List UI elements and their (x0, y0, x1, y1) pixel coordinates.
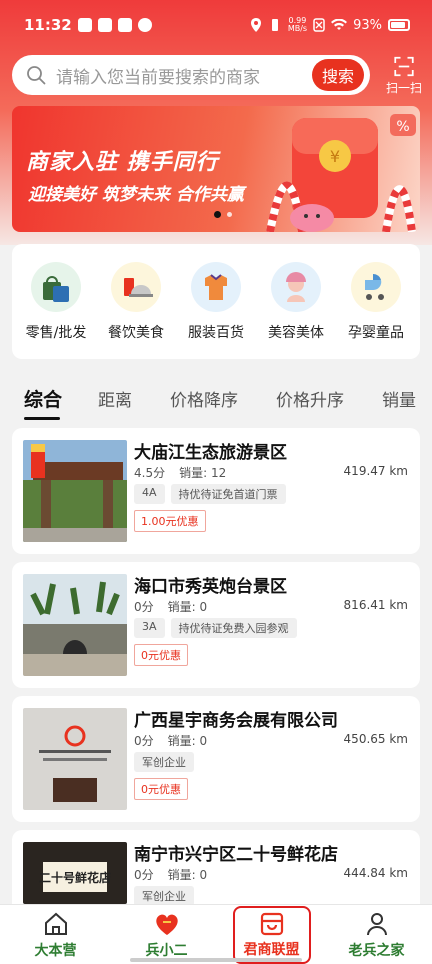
merchant-thumbnail: 二十号鲜花店 (23, 842, 127, 904)
svg-text:¥: ¥ (330, 147, 340, 166)
no-sim-icon (313, 18, 325, 32)
flower-shop-sign: 二十号鲜花店 (39, 862, 111, 892)
tab-price-asc[interactable]: 价格升序 (276, 386, 344, 411)
coupon-badge[interactable]: 0元优惠 (134, 778, 188, 800)
tag-veteran-enterprise: 军创企业 (134, 886, 194, 904)
food-cloche-icon (111, 262, 161, 312)
merchant-distance: 450.65 km (343, 732, 408, 746)
coupon-badge[interactable]: 1.00元优惠 (134, 510, 206, 532)
merchant-distance: 419.47 km (343, 464, 408, 478)
merchant-tags: 军创企业 (134, 886, 194, 904)
merchant-name: 海口市秀英炮台景区 (134, 577, 287, 597)
merchant-meta: 4.5分 销量: 12 (134, 466, 227, 480)
merchant-name: 南宁市兴宁区二十号鲜花店 (134, 845, 338, 865)
category-baby[interactable]: 孕婴童品 (336, 262, 416, 359)
tag-veteran-enterprise: 军创企业 (134, 752, 194, 772)
clothes-icon (191, 262, 241, 312)
merchant-meta: 0分 销量: 0 (134, 868, 208, 882)
merchant-tags: 3A 持优待证免费入园参观 (134, 618, 297, 638)
coupon-badge[interactable]: 0元优惠 (134, 644, 188, 666)
merchant-meta: 0分 销量: 0 (134, 734, 208, 748)
merchant-thumbnail (23, 574, 127, 676)
merchant-card[interactable]: 海口市秀英炮台景区 0分 销量: 0 816.41 km 3A 持优待证免费入园参… (12, 562, 420, 688)
banner-indicator[interactable] (227, 212, 232, 217)
tab-comprehensive[interactable]: 综合 (24, 385, 62, 420)
tab-sales[interactable]: 销量 (382, 386, 416, 411)
beauty-woman-icon (271, 262, 321, 312)
sort-tabs: 综合 距离 价格降序 价格升序 销量 (24, 380, 424, 420)
wechat-icon (137, 18, 152, 32)
svg-text:%: % (396, 119, 409, 135)
tab-distance[interactable]: 距离 (98, 386, 132, 411)
scan-label: 扫一扫 (385, 81, 422, 95)
search-button[interactable]: 搜索 (312, 59, 364, 91)
tag-benefit: 持优待证免首道门票 (170, 484, 286, 504)
search-icon (27, 66, 46, 85)
merchant-name: 大庙江生态旅游景区 (134, 443, 287, 463)
search-bar[interactable]: 请输入您当前要搜索的商家 搜索 (12, 55, 370, 95)
merchant-name: 广西星宇商务会展有限公司 (134, 711, 338, 731)
category-retail[interactable]: 零售/批发 (16, 262, 96, 359)
merchant-tags: 4A 持优待证免首道门票 (134, 484, 286, 504)
wifi-icon (331, 19, 348, 30)
merchant-card[interactable]: 大庙江生态旅游景区 4.5分 销量: 12 419.47 km 4A 持优待证免首… (12, 428, 420, 554)
home-icon (44, 912, 67, 935)
net-speed: 0.99 MB/s (287, 16, 308, 33)
retail-bag-icon (31, 262, 81, 312)
merchant-thumbnail (23, 440, 127, 542)
merchant-distance: 444.84 km (343, 866, 408, 880)
nav-home[interactable]: 大本营 (11, 910, 101, 960)
tag-grade: 3A (134, 618, 165, 638)
merchant-meta: 0分 销量: 0 (134, 600, 208, 614)
category-beauty[interactable]: 美容美体 (256, 262, 336, 359)
nav-assistant[interactable]: 兵小二 (122, 910, 212, 960)
nav-merchant-alliance[interactable]: 君商联盟 (232, 905, 311, 964)
battery-icon (388, 19, 410, 31)
merchant-card[interactable]: 广西星宇商务会展有限公司 0分 销量: 0 450.65 km 军创企业 0元优惠 (12, 696, 420, 822)
scan-icon (394, 56, 414, 77)
app-icon (117, 18, 132, 32)
merchant-distance: 816.41 km (343, 598, 408, 612)
merchant-tags: 军创企业 (134, 752, 194, 772)
merchant-card[interactable]: 二十号鲜花店 南宁市兴宁区二十号鲜花店 0分 销量: 0 444.84 km 军创… (12, 830, 420, 904)
mail-icon (97, 18, 112, 32)
home-indicator[interactable] (130, 958, 302, 962)
banner-title: 商家入驻 携手同行 (26, 150, 219, 175)
location-icon (250, 18, 261, 32)
banner-indicator-active[interactable] (214, 211, 221, 218)
banner-subtitle: 迎接美好 筑梦未来 合作共赢 (28, 185, 244, 205)
heart-logo-icon (155, 914, 178, 935)
store-icon (260, 912, 283, 935)
tab-price-desc[interactable]: 价格降序 (170, 386, 238, 411)
search-input[interactable]: 请输入您当前要搜索的商家 (56, 63, 312, 88)
bottom-navigation: 大本营 兵小二 君商联盟 老兵之家 (0, 904, 432, 964)
status-bar: 11:32 0.99 MB/s 93% (0, 0, 432, 50)
battery-percent: 93% (353, 17, 382, 33)
category-clothing[interactable]: 服装百货 (176, 262, 256, 359)
red-envelope-illustration: ¥ % (266, 114, 416, 232)
nav-veterans-home[interactable]: 老兵之家 (332, 910, 422, 960)
notification-icon (77, 18, 92, 32)
stroller-icon (351, 262, 401, 312)
category-food[interactable]: 餐饮美食 (96, 262, 176, 359)
scan-button[interactable]: 扫一扫 (382, 56, 426, 96)
tag-benefit: 持优待证免费入园参观 (170, 618, 297, 638)
merchant-thumbnail (23, 708, 127, 810)
category-grid: 零售/批发 餐饮美食 服装百货 美容美体 孕婴童品 (12, 244, 420, 359)
tag-grade: 4A (134, 484, 165, 504)
person-icon (366, 912, 387, 935)
status-time: 11:32 (24, 16, 72, 34)
vibrate-icon (271, 19, 278, 31)
